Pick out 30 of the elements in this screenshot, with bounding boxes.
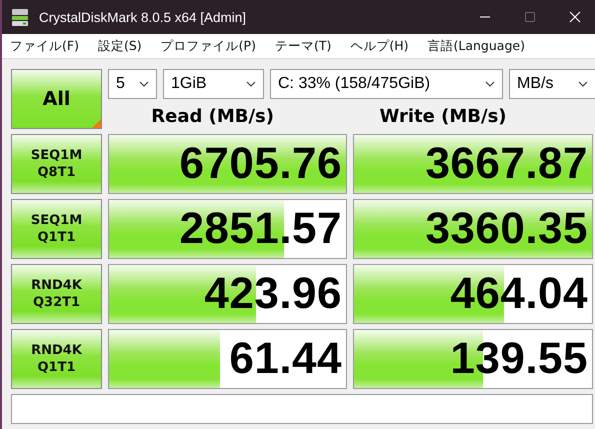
chevron-down-icon (139, 81, 149, 87)
menu-item[interactable]: テーマ(T) (274, 38, 332, 54)
test-button[interactable]: SEQ1M Q1T1 (11, 199, 102, 259)
dropdown[interactable]: C: 33% (158/475GiB) (270, 69, 503, 99)
chevron-down-icon (246, 81, 256, 87)
column-header: Read (MB/s) (151, 106, 274, 126)
menu-item[interactable]: ヘルプ(H) (350, 38, 408, 54)
result-value: 3667.87 (425, 139, 589, 189)
result-value: 3360.35 (425, 204, 589, 254)
dropdown[interactable]: MB/s (509, 69, 595, 99)
dropdown[interactable]: 5 (108, 69, 157, 99)
column-header: Write (MB/s) (379, 106, 507, 126)
chevron-down-icon (578, 81, 588, 87)
menu-item[interactable]: 言語(Language) (428, 38, 525, 54)
comment-field[interactable] (11, 394, 593, 424)
maximize-icon[interactable] (524, 11, 536, 23)
menu-item[interactable]: 設定(S) (98, 38, 142, 54)
result-value: 61.44 (229, 334, 343, 384)
test-button[interactable]: RND4K Q32T1 (11, 264, 102, 324)
test-button[interactable]: RND4K Q1T1 (11, 329, 102, 389)
menu-item[interactable]: ファイル(F) (10, 38, 79, 54)
chevron-down-icon (485, 81, 495, 87)
disk-drive-icon (10, 7, 30, 27)
all-button[interactable]: All (11, 69, 102, 129)
result-value: 6705.76 (179, 139, 343, 189)
close-icon[interactable] (569, 11, 581, 23)
test-button[interactable]: SEQ1M Q8T1 (11, 134, 102, 194)
dropdown[interactable]: 1GiB (163, 69, 264, 99)
menu-item[interactable]: プロファイル(P) (160, 38, 256, 54)
window-title: CrystalDiskMark 8.0.5 x64 [Admin] (39, 10, 246, 24)
